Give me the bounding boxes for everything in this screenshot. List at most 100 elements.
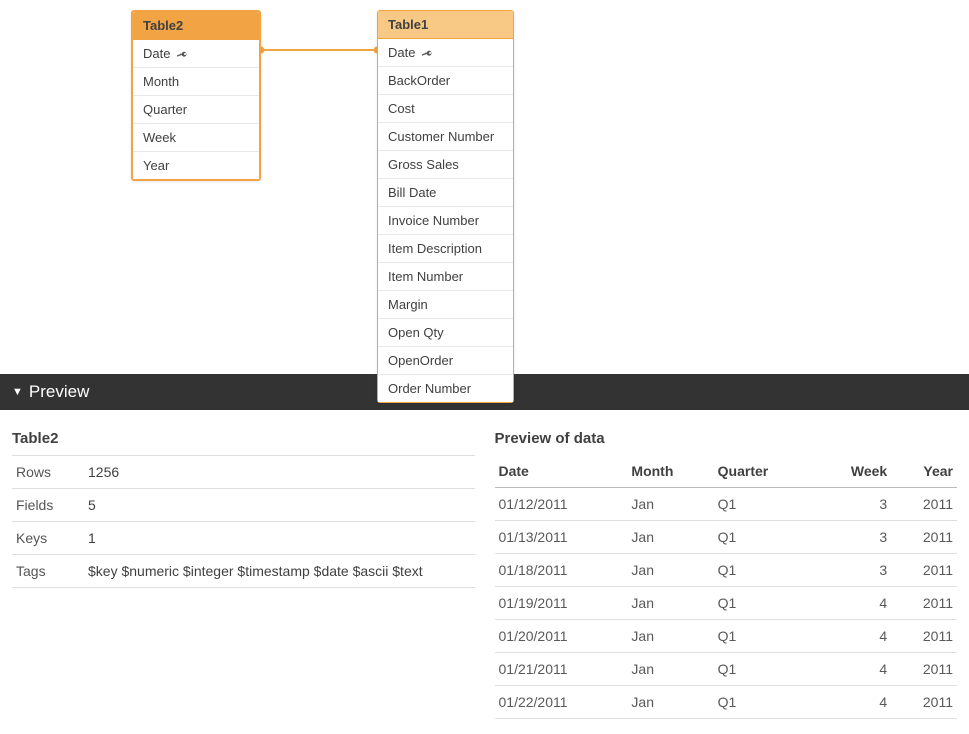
- field-label: Bill Date: [388, 185, 436, 200]
- table-cell: 01/19/2011: [495, 587, 628, 620]
- column-header[interactable]: Date: [495, 455, 628, 488]
- caret-down-icon: ▼: [12, 386, 23, 398]
- field-label: Date: [388, 45, 415, 60]
- table-cell: Jan: [627, 686, 713, 719]
- meta-row-keys: Keys 1: [12, 522, 475, 555]
- entity-field[interactable]: Item Number: [378, 263, 513, 291]
- entity-field-list: Date BackOrder Cost Customer Number Gross Sa…: [378, 39, 513, 402]
- table-cell: 3: [815, 554, 891, 587]
- entity-field[interactable]: Month: [133, 68, 259, 96]
- column-header[interactable]: Week: [815, 455, 891, 488]
- entity-header[interactable]: Table2: [133, 12, 259, 40]
- table-cell: Q1: [714, 488, 815, 521]
- entity-field[interactable]: Date: [378, 39, 513, 67]
- table-cell: 4: [815, 653, 891, 686]
- field-label: Quarter: [143, 102, 187, 117]
- entity-field[interactable]: Order Number: [378, 375, 513, 402]
- column-header[interactable]: Month: [627, 455, 713, 488]
- column-header[interactable]: Year: [891, 455, 957, 488]
- entity-table2[interactable]: Table2 Date Month Quarter Week Year: [131, 10, 261, 181]
- table-cell: 01/22/2011: [495, 686, 628, 719]
- field-label: Invoice Number: [388, 213, 479, 228]
- entity-table1[interactable]: Table1 Date BackOrder Cost Customer Number Gr…: [377, 10, 514, 403]
- entity-field[interactable]: Open Qty: [378, 319, 513, 347]
- table-cell: Jan: [627, 587, 713, 620]
- table-cell: 2011: [891, 554, 957, 587]
- entity-field[interactable]: BackOrder: [378, 67, 513, 95]
- entity-field[interactable]: Cost: [378, 95, 513, 123]
- key-icon: [176, 48, 188, 60]
- entity-field[interactable]: Invoice Number: [378, 207, 513, 235]
- table-cell: Q1: [714, 620, 815, 653]
- data-model-canvas[interactable]: Table2 Date Month Quarter Week Year Table1 Date…: [0, 0, 969, 374]
- field-label: Month: [143, 74, 179, 89]
- table-cell: 01/13/2011: [495, 521, 628, 554]
- data-preview-panel: Preview of data DateMonthQuarterWeekYear…: [495, 430, 958, 719]
- table-row[interactable]: 01/21/2011JanQ142011: [495, 653, 958, 686]
- preview-title: Preview: [29, 382, 89, 402]
- table-row[interactable]: 01/12/2011JanQ132011: [495, 488, 958, 521]
- entity-field[interactable]: Bill Date: [378, 179, 513, 207]
- table-cell: 01/18/2011: [495, 554, 628, 587]
- table-row[interactable]: 01/20/2011JanQ142011: [495, 620, 958, 653]
- field-label: Item Number: [388, 269, 463, 284]
- table-cell: Q1: [714, 686, 815, 719]
- meta-row-fields: Fields 5: [12, 489, 475, 522]
- field-label: Open Qty: [388, 325, 444, 340]
- data-header-row: DateMonthQuarterWeekYear: [495, 455, 958, 488]
- entity-field-list: Date Month Quarter Week Year: [133, 40, 259, 179]
- field-label: Order Number: [388, 381, 471, 396]
- table-cell: 4: [815, 620, 891, 653]
- table-cell: 2011: [891, 686, 957, 719]
- table-cell: Q1: [714, 521, 815, 554]
- table-cell: 4: [815, 587, 891, 620]
- column-header[interactable]: Quarter: [714, 455, 815, 488]
- field-label: OpenOrder: [388, 353, 453, 368]
- table-cell: Q1: [714, 653, 815, 686]
- meta-row-tags: Tags $key $numeric $integer $timestamp $…: [12, 555, 475, 588]
- entity-header[interactable]: Table1: [378, 11, 513, 39]
- entity-field[interactable]: Margin: [378, 291, 513, 319]
- table-cell: 3: [815, 488, 891, 521]
- field-label: Cost: [388, 101, 415, 116]
- key-icon: [421, 47, 433, 59]
- field-label: Date: [143, 46, 170, 61]
- field-label: Item Description: [388, 241, 482, 256]
- table-cell: 2011: [891, 488, 957, 521]
- table-cell: Jan: [627, 620, 713, 653]
- entity-field[interactable]: Customer Number: [378, 123, 513, 151]
- table-cell: Jan: [627, 488, 713, 521]
- field-label: BackOrder: [388, 73, 450, 88]
- entity-field[interactable]: OpenOrder: [378, 347, 513, 375]
- table-cell: 2011: [891, 620, 957, 653]
- table-cell: 2011: [891, 653, 957, 686]
- field-label: Gross Sales: [388, 157, 459, 172]
- entity-field[interactable]: Gross Sales: [378, 151, 513, 179]
- table-cell: 4: [815, 686, 891, 719]
- table-cell: Q1: [714, 554, 815, 587]
- entity-field[interactable]: Item Description: [378, 235, 513, 263]
- entity-field[interactable]: Quarter: [133, 96, 259, 124]
- field-label: Customer Number: [388, 129, 494, 144]
- entity-field[interactable]: Week: [133, 124, 259, 152]
- data-preview-table: DateMonthQuarterWeekYear 01/12/2011JanQ1…: [495, 455, 958, 719]
- table-cell: 01/20/2011: [495, 620, 628, 653]
- table-row[interactable]: 01/19/2011JanQ142011: [495, 587, 958, 620]
- table-row[interactable]: 01/22/2011JanQ142011: [495, 686, 958, 719]
- table-cell: 01/21/2011: [495, 653, 628, 686]
- preview-panel-body: Table2 Rows 1256 Fields 5 Keys 1 Tags $k…: [0, 410, 969, 731]
- entity-field[interactable]: Date: [133, 40, 259, 68]
- field-label: Year: [143, 158, 169, 173]
- metadata-table-name: Table2: [12, 430, 475, 447]
- entity-field[interactable]: Year: [133, 152, 259, 179]
- table-row[interactable]: 01/13/2011JanQ132011: [495, 521, 958, 554]
- table-cell: Jan: [627, 554, 713, 587]
- metadata-table: Rows 1256 Fields 5 Keys 1 Tags $key $num…: [12, 455, 475, 588]
- field-label: Margin: [388, 297, 428, 312]
- table-cell: Jan: [627, 521, 713, 554]
- table-row[interactable]: 01/18/2011JanQ132011: [495, 554, 958, 587]
- field-label: Week: [143, 130, 176, 145]
- table-cell: 2011: [891, 587, 957, 620]
- data-preview-title: Preview of data: [495, 430, 958, 447]
- meta-row-rows: Rows 1256: [12, 456, 475, 489]
